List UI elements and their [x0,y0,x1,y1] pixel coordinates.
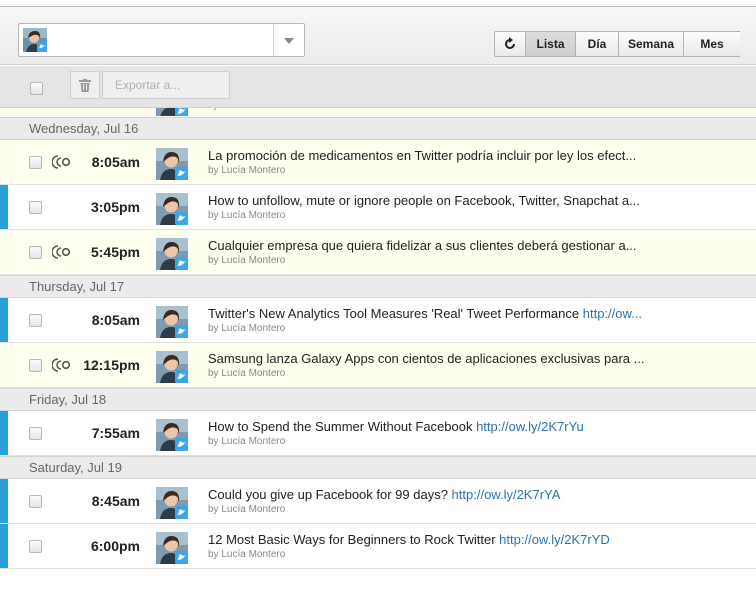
day-header: Thursday, Jul 17 [0,275,756,298]
post-content: Twitter's New Analytics Tool Measures 'R… [208,306,748,334]
list-item-partial: by [0,108,756,116]
post-content: 12 Most Basic Ways for Beginners to Rock… [208,532,748,560]
post-text[interactable]: Could you give up Facebook for 99 days? … [208,487,748,502]
avatar [156,306,188,338]
post-text[interactable]: Cualquier empresa que quiera fidelizar a… [208,238,748,253]
post-message: 12 Most Basic Ways for Beginners to Rock… [208,532,500,547]
day-header: Friday, Jul 18 [0,388,756,411]
post-text[interactable]: La promoción de medicamentos en Twitter … [208,148,748,163]
post-text[interactable]: How to unfollow, mute or ignore people o… [208,193,748,208]
list-item[interactable]: 6:00pm 12 Most Basic Ways for Beginners … [0,524,756,569]
view-toggle-group: Lista Día Semana Mes [494,31,740,57]
post-author: by Lucía Montero [208,504,286,515]
post-content: How to Spend the Summer Without Facebook… [208,419,748,447]
post-author: by Lucía Montero [208,165,286,176]
avatar [156,148,188,180]
select-divider [273,24,274,56]
post-link[interactable]: http://ow... [583,306,642,321]
view-semana-button[interactable]: Semana [619,31,684,57]
post-author: by Lucía Montero [208,323,286,334]
post-link[interactable]: http://ow.ly/2K7rYD [499,532,610,547]
post-content: Cualquier empresa que quiera fidelizar a… [208,238,748,266]
post-author: by Lucía Montero [208,210,286,221]
delete-button[interactable] [70,71,100,99]
post-message: Could you give up Facebook for 99 days? [208,487,452,502]
view-dia-button[interactable]: Día [576,31,619,57]
refresh-button[interactable] [494,31,526,57]
post-content: La promoción de medicamentos en Twitter … [208,148,748,176]
post-content: Samsung lanza Galaxy Apps con cientos de… [208,351,748,379]
post-author: by Lucía Montero [208,549,286,560]
list-item[interactable]: 8:45am Could you give up Facebook for 99… [0,479,756,524]
refresh-icon [505,37,515,49]
view-lista-button[interactable]: Lista [526,31,576,57]
scheduled-posts-list: by Wednesday, Jul 168:05am La promoción … [0,108,756,607]
post-text[interactable]: Samsung lanza Galaxy Apps con cientos de… [208,351,748,366]
day-header: Wednesday, Jul 16 [0,117,756,140]
select-all-checkbox[interactable] [30,82,43,95]
view-mes-button[interactable]: Mes [684,31,740,57]
avatar [156,108,188,116]
post-time: 3:05pm [90,199,140,215]
list-item[interactable]: 8:05am Twitter's New Analytics Tool Meas… [0,298,756,343]
toolbar: Lista Día Semana Mes [0,7,756,65]
post-message: La promoción de medicamentos en Twitter … [208,148,637,163]
post-time: 8:45am [91,493,140,509]
post-time: 6:00pm [90,538,140,554]
avatar [156,238,188,270]
post-text[interactable]: How to Spend the Summer Without Facebook… [208,419,748,434]
list-item[interactable]: 8:05am La promoción de medicamentos en T… [0,140,756,185]
post-content: Could you give up Facebook for 99 days? … [208,487,748,515]
day-header: Saturday, Jul 19 [0,456,756,479]
profile-avatar-icon [23,28,47,57]
post-text[interactable]: 12 Most Basic Ways for Beginners to Rock… [208,532,748,547]
post-message: How to unfollow, mute or ignore people o… [208,193,640,208]
post-message: Samsung lanza Galaxy Apps con cientos de… [208,351,645,366]
post-message: How to Spend the Summer Without Facebook [208,419,477,434]
post-link[interactable]: http://ow.ly/2K7rYA [452,487,561,502]
list-item[interactable]: 3:05pm How to unfollow, mute or ignore p… [0,185,756,230]
post-content: How to unfollow, mute or ignore people o… [208,193,748,221]
post-author: by Lucía Montero [208,436,286,447]
list-item[interactable]: 5:45pm Cualquier empresa que quiera fide… [0,230,756,275]
avatar [156,351,188,383]
list-item[interactable]: 7:55am How to Spend the Summer Without F… [0,411,756,456]
avatar [156,532,188,564]
list-item[interactable]: 12:15pm Samsung lanza Galaxy Apps con ci… [0,343,756,388]
action-bar: Exportar a... [0,66,756,108]
post-time: 12:15pm [83,357,140,373]
post-message: Twitter's New Analytics Tool Measures 'R… [208,306,583,321]
post-time: 8:05am [91,312,140,328]
post-link[interactable]: http://ow.ly/2K7rYu [476,419,584,434]
post-time: 8:05am [91,154,140,170]
trash-icon [79,78,91,92]
avatar [156,193,188,225]
post-time: 7:55am [91,425,140,441]
avatar [156,419,188,451]
post-author: by Lucía Montero [208,255,286,266]
profile-select[interactable] [18,23,305,57]
chevron-down-icon[interactable] [284,38,294,44]
post-message: Cualquier empresa que quiera fidelizar a… [208,238,637,253]
post-author: by Lucía Montero [208,368,286,379]
post-text[interactable]: Twitter's New Analytics Tool Measures 'R… [208,306,748,321]
avatar [156,487,188,519]
post-time: 5:45pm [90,244,140,260]
export-button[interactable]: Exportar a... [102,71,230,99]
post-author: by [208,108,219,111]
